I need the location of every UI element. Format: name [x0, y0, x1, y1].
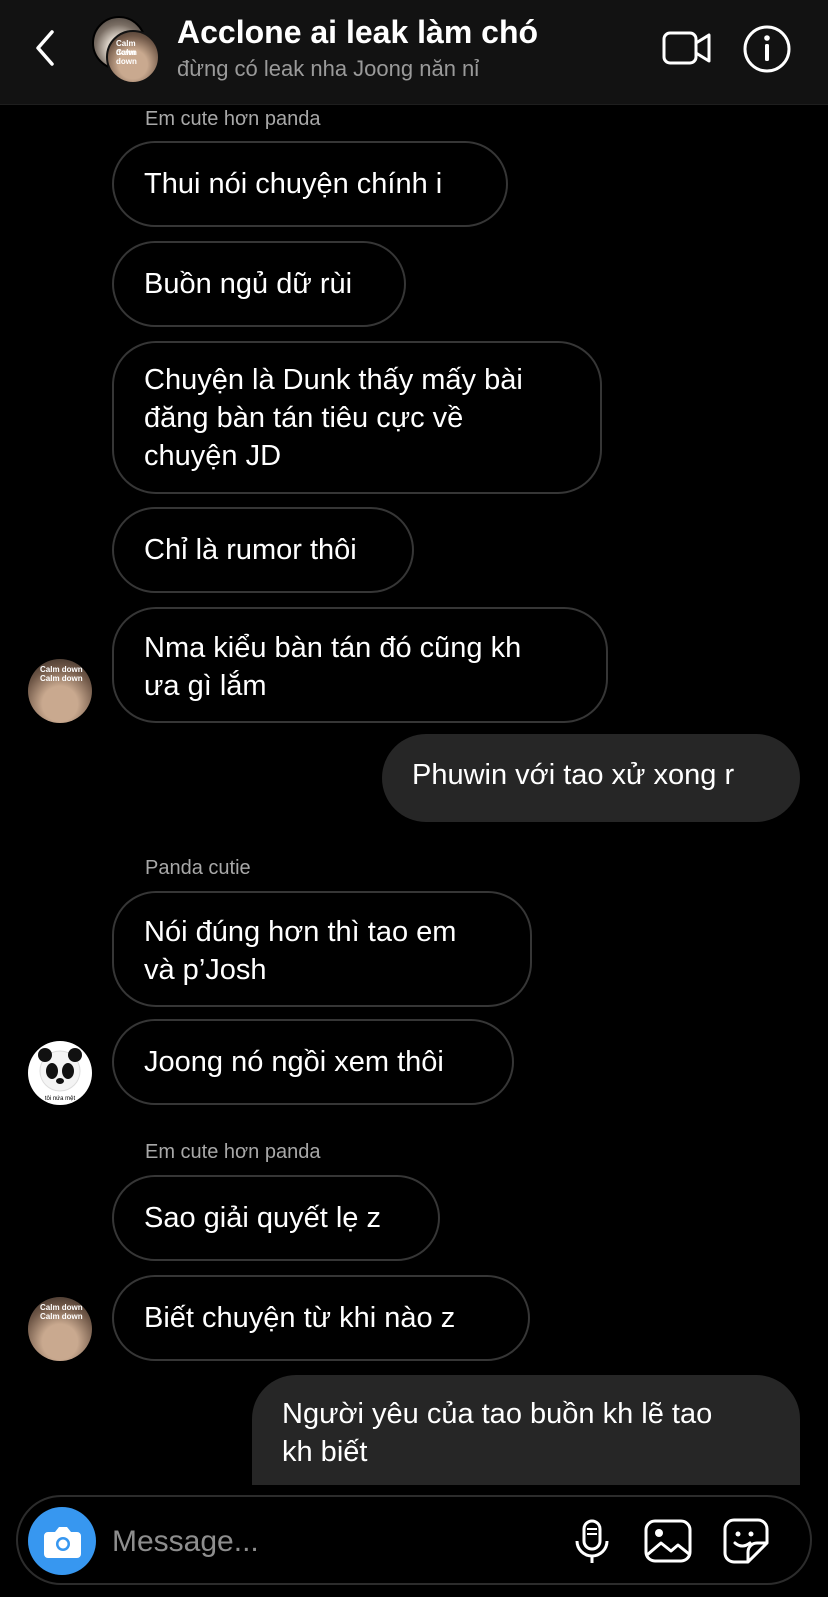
svg-text:tôi nứa mệt: tôi nứa mệt	[45, 1096, 76, 1102]
outgoing-message-bubble[interactable]: Phuwin với tao xử xong r	[382, 734, 800, 822]
camera-icon	[44, 1527, 81, 1558]
message-line: ưa gì lắm	[144, 670, 267, 702]
avatar-front: Calm down Calm down	[106, 30, 160, 84]
outgoing-message-bubble[interactable]: Người yêu của tao buồn kh lẽ tao kh biết	[252, 1375, 800, 1485]
avatar-caption: Calm down	[40, 1303, 83, 1312]
gallery-icon[interactable]	[642, 1515, 694, 1567]
message-bubble[interactable]: Chuyện là Dunk thấy mấy bài đăng bàn tán…	[112, 341, 602, 494]
message-line: và p’Josh	[144, 954, 267, 986]
message-text: Joong nó ngồi xem thôi	[144, 1046, 444, 1078]
message-bubble[interactable]: Thui nói chuyện chính i	[112, 141, 508, 227]
message-bubble[interactable]: Nma kiểu bàn tán đó cũng kh ưa gì lắm	[112, 607, 608, 723]
sticker-icon[interactable]	[720, 1515, 772, 1567]
sender-name: Em cute hơn panda	[145, 108, 321, 130]
avatar-caption: Calm down	[40, 1312, 83, 1321]
message-line: kh biết	[282, 1436, 368, 1468]
message-line: Chuyện là Dunk thấy mấy bài	[144, 364, 523, 396]
message-bubble[interactable]: Joong nó ngồi xem thôi	[112, 1019, 514, 1105]
group-avatar[interactable]: Calm down Calm down	[92, 16, 160, 84]
message-line: đăng bàn tán tiêu cực về	[144, 402, 464, 434]
message-line: Nói đúng hơn thì tao em	[144, 916, 457, 948]
sender-avatar[interactable]: Calm down Calm down	[28, 1297, 92, 1361]
camera-button[interactable]	[28, 1507, 96, 1575]
sender-avatar-panda[interactable]: tôi nứa mệt	[28, 1041, 92, 1105]
message-bubble[interactable]: Nói đúng hơn thì tao em và p’Josh	[112, 891, 532, 1007]
message-line: chuyện JD	[144, 440, 282, 472]
message-text: Thui nói chuyện chính i	[144, 168, 443, 200]
avatar-caption: Calm down	[116, 48, 137, 66]
chat-header: Calm down Calm down Acclone ai leak làm …	[0, 0, 828, 105]
message-line: Nma kiểu bàn tán đó cũng kh	[144, 632, 522, 664]
sender-avatar[interactable]: Calm down Calm down	[28, 659, 92, 723]
sender-name: Em cute hơn panda	[145, 1141, 321, 1163]
message-text: Phuwin với tao xử xong r	[412, 759, 735, 791]
sender-name: Panda cutie	[145, 857, 251, 879]
message-input[interactable]	[110, 1519, 534, 1565]
message-bubble[interactable]: Buồn ngủ dữ rùi	[112, 241, 406, 327]
message-text: Buồn ngủ dữ rùi	[144, 268, 353, 300]
avatar-caption: Calm down	[40, 674, 83, 683]
message-bubble[interactable]: Chỉ là rumor thôi	[112, 507, 414, 593]
avatar-caption: Calm down	[40, 665, 83, 674]
message-bubble[interactable]: Sao giải quyết lẹ z	[112, 1175, 440, 1261]
message-text: Biết chuyện từ khi nào z	[144, 1302, 456, 1334]
chat-subtitle: đừng có leak nha Joong năn nỉ	[177, 56, 480, 81]
message-text: Sao giải quyết lẹ z	[144, 1202, 381, 1234]
message-line: Người yêu của tao buồn kh lẽ tao	[282, 1398, 713, 1430]
info-icon[interactable]	[742, 24, 792, 74]
panda-icon: tôi nứa mệt	[38, 1048, 82, 1102]
back-arrow-icon[interactable]	[30, 28, 62, 68]
message-text: Chỉ là rumor thôi	[144, 534, 357, 566]
chat-title[interactable]: Acclone ai leak làm chó	[177, 14, 538, 51]
message-composer	[16, 1495, 812, 1585]
video-call-icon[interactable]	[662, 28, 712, 68]
message-bubble[interactable]: Biết chuyện từ khi nào z	[112, 1275, 530, 1361]
microphone-icon[interactable]	[566, 1515, 618, 1567]
